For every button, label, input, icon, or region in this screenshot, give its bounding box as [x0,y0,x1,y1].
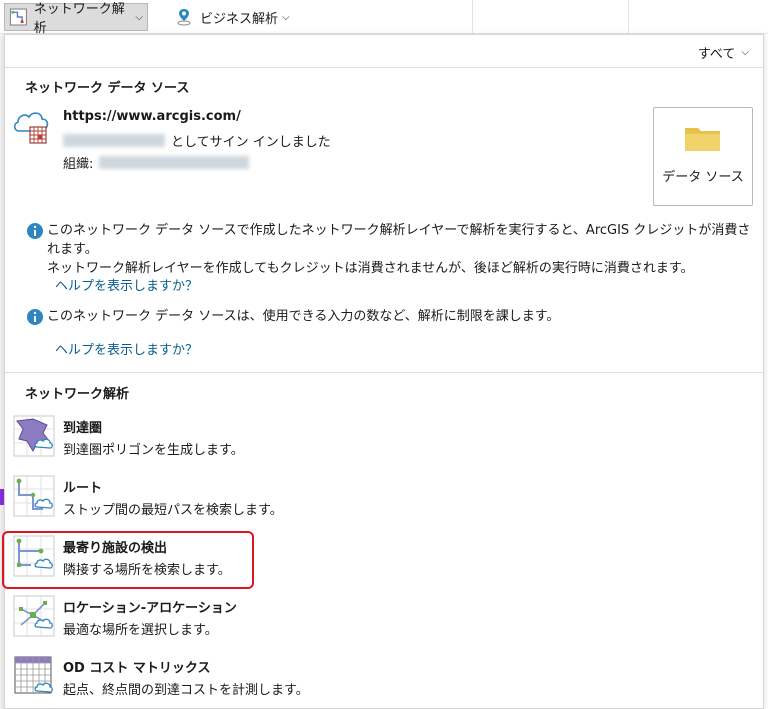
chevron-down-icon: ⌵ [741,47,749,58]
tool-description: 隣接する場所を検索します。 [63,563,231,578]
tool-description: ストップ間の最短パスを検索します。 [63,503,283,518]
limits-info: このネットワーク データ ソースは、使用できる入力の数など、解析に制限を課します… [25,307,755,328]
info-icon [27,223,43,239]
network-analysis-dropdown[interactable]: ネットワーク解析 ⌵ [4,2,148,36]
business-analysis-dropdown[interactable]: ビジネス解析 ⌵ [170,3,294,31]
analysis-section-title: ネットワーク解析 [25,387,130,402]
tool-closest-facility[interactable]: 最寄り施設の検出 隣接する場所を検索します。 [9,531,749,589]
business-analysis-icon [177,9,191,26]
data-source-section-title: ネットワーク データ ソース [25,81,190,96]
ribbon-separator [472,0,473,34]
tool-od-cost-matrix[interactable]: OD コスト マトリックス 起点、終点間の到達コストを計測します。 [9,651,749,709]
tool-name: 到達圏 [63,421,103,436]
divider [5,67,763,68]
data-source-button-label: データ ソース [662,170,744,185]
route-icon [13,475,55,517]
help-link-credits[interactable]: ヘルプを表示しますか？ [55,275,198,294]
chevron-down-icon: ⌵ [282,11,290,23]
cloud-data-source-icon [13,112,49,144]
redacted-organization [99,156,250,169]
closest-facility-icon [13,535,55,577]
network-analysis-icon [9,8,27,26]
filter-label: すべて [697,47,736,62]
tool-location-allocation[interactable]: ロケーション-アロケーション 最適な場所を選択します。 [9,591,749,649]
od-cost-matrix-icon [14,656,53,694]
signed-in-text: としてサイン インしました [63,131,331,150]
divider [5,372,763,373]
info-icon [27,309,43,325]
portal-url: https://www.arcgis.com/ [63,109,241,124]
tool-name: ルート [63,481,103,496]
network-analysis-gallery: すべて ⌵ ネットワーク データ ソース https://www.arcgis.… [2,34,764,709]
tool-description: 最適な場所を選択します。 [63,623,218,638]
tool-description: 到達圏ポリゴンを生成します。 [63,443,244,458]
folder-icon [685,128,720,151]
data-source-button[interactable]: データ ソース [653,107,753,206]
location-allocation-icon [13,595,55,637]
ribbon: ネットワーク解析 ⌵ ビジネス解析 ⌵ [0,0,768,36]
organization-text: 組織: [63,153,255,172]
tool-name: 最寄り施設の検出 [63,541,168,556]
tool-name: ロケーション-アロケーション [63,601,237,616]
redacted-username [63,134,165,147]
tool-name: OD コスト マトリックス [63,661,211,676]
signed-in-suffix: としてサイン インしました [171,135,331,150]
service-area-icon [13,415,55,457]
business-analysis-label: ビジネス解析 [200,11,279,27]
filter-dropdown[interactable]: すべて ⌵ [698,43,749,62]
chevron-down-icon: ⌵ [135,11,143,23]
credits-info-line-1: このネットワーク データ ソースで作成したネットワーク解析レイヤーで解析を実行す… [47,223,751,257]
tool-service-area[interactable]: 到達圏 到達圏ポリゴンを生成します。 [9,411,749,469]
limits-info-text: このネットワーク データ ソースは、使用できる入力の数など、解析に制限を課します… [47,309,560,324]
credits-info: このネットワーク データ ソースで作成したネットワーク解析レイヤーで解析を実行す… [25,221,755,278]
tool-description: 起点、終点間の到達コストを計測します。 [63,683,309,698]
org-label: 組織: [63,157,94,172]
help-link-limits[interactable]: ヘルプを表示しますか？ [55,339,198,358]
ribbon-separator [628,0,629,34]
network-analysis-label: ネットワーク解析 [33,2,125,36]
tool-route[interactable]: ルート ストップ間の最短パスを検索します。 [9,471,749,529]
